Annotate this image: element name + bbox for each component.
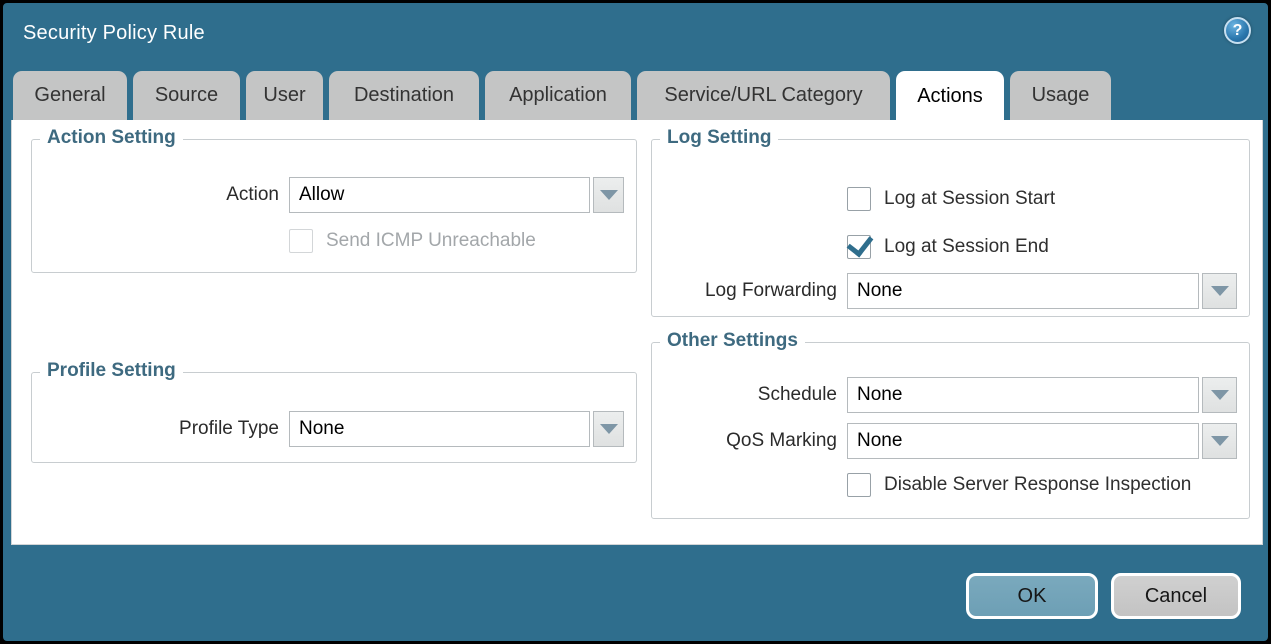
security-policy-rule-dialog: Security Policy Rule ? General Source Us… xyxy=(0,0,1271,644)
profile-setting-group: Profile Setting Profile Type None xyxy=(31,372,637,463)
action-row: Action Allow xyxy=(32,177,636,213)
send-icmp-unreachable-label: Send ICMP Unreachable xyxy=(326,230,536,252)
schedule-label: Schedule xyxy=(652,384,837,406)
action-select-button[interactable] xyxy=(593,177,624,213)
action-setting-group: Action Setting Action Allow Send ICMP Un… xyxy=(31,139,637,273)
send-icmp-row: Send ICMP Unreachable xyxy=(32,229,636,253)
log-forwarding-combo: None xyxy=(847,273,1237,309)
tab-general[interactable]: General xyxy=(13,71,127,120)
action-combo: Allow xyxy=(289,177,624,213)
tab-bar: General Source User Destination Applicat… xyxy=(13,71,1111,121)
log-session-start-row: Log at Session Start xyxy=(652,187,1249,211)
send-icmp-unreachable-checkbox xyxy=(289,229,313,253)
chevron-down-icon xyxy=(600,424,618,434)
log-forwarding-row: Log Forwarding None xyxy=(652,273,1249,309)
help-icon[interactable]: ? xyxy=(1224,17,1251,44)
other-settings-group: Other Settings Schedule None QoS Marking… xyxy=(651,342,1250,519)
chevron-down-icon xyxy=(1211,390,1229,400)
schedule-select[interactable]: None xyxy=(847,377,1199,413)
action-label: Action xyxy=(32,184,279,206)
profile-type-select-button[interactable] xyxy=(593,411,624,447)
dsri-row: Disable Server Response Inspection xyxy=(652,473,1249,497)
schedule-select-button[interactable] xyxy=(1202,377,1237,413)
action-select[interactable]: Allow xyxy=(289,177,590,213)
chevron-down-icon xyxy=(1211,436,1229,446)
qos-marking-combo: None xyxy=(847,423,1237,459)
log-forwarding-label: Log Forwarding xyxy=(652,280,837,302)
profile-type-label: Profile Type xyxy=(32,418,279,440)
log-session-end-row: Log at Session End xyxy=(652,235,1249,259)
log-at-session-end-checkbox[interactable] xyxy=(847,235,871,259)
tab-actions[interactable]: Actions xyxy=(896,71,1004,121)
schedule-combo: None xyxy=(847,377,1237,413)
tab-content-panel: Action Setting Action Allow Send ICMP Un… xyxy=(11,120,1263,545)
qos-marking-row: QoS Marking None xyxy=(652,423,1249,459)
tab-service-url-category[interactable]: Service/URL Category xyxy=(637,71,890,120)
qos-marking-select[interactable]: None xyxy=(847,423,1199,459)
log-at-session-start-checkbox[interactable] xyxy=(847,187,871,211)
disable-server-response-inspection-label: Disable Server Response Inspection xyxy=(884,474,1191,496)
tab-user[interactable]: User xyxy=(246,71,323,120)
tab-application[interactable]: Application xyxy=(485,71,631,120)
profile-type-select[interactable]: None xyxy=(289,411,590,447)
qos-marking-label: QoS Marking xyxy=(652,430,837,452)
tab-source[interactable]: Source xyxy=(133,71,240,120)
schedule-row: Schedule None xyxy=(652,377,1249,413)
log-setting-legend: Log Setting xyxy=(660,127,778,149)
log-at-session-end-label: Log at Session End xyxy=(884,236,1049,258)
cancel-button[interactable]: Cancel xyxy=(1111,573,1241,619)
chevron-down-icon xyxy=(600,190,618,200)
profile-type-combo: None xyxy=(289,411,624,447)
other-settings-legend: Other Settings xyxy=(660,330,805,352)
tab-usage[interactable]: Usage xyxy=(1010,71,1111,120)
log-forwarding-select-button[interactable] xyxy=(1202,273,1237,309)
ok-button[interactable]: OK xyxy=(966,573,1098,619)
action-setting-legend: Action Setting xyxy=(40,127,183,149)
log-forwarding-select[interactable]: None xyxy=(847,273,1199,309)
log-at-session-start-label: Log at Session Start xyxy=(884,188,1055,210)
profile-setting-legend: Profile Setting xyxy=(40,360,183,382)
disable-server-response-inspection-checkbox[interactable] xyxy=(847,473,871,497)
log-setting-group: Log Setting Log at Session Start Log at … xyxy=(651,139,1250,317)
chevron-down-icon xyxy=(1211,286,1229,296)
profile-type-row: Profile Type None xyxy=(32,411,636,447)
qos-marking-select-button[interactable] xyxy=(1202,423,1237,459)
tab-destination[interactable]: Destination xyxy=(329,71,479,120)
dialog-title: Security Policy Rule xyxy=(23,22,205,45)
